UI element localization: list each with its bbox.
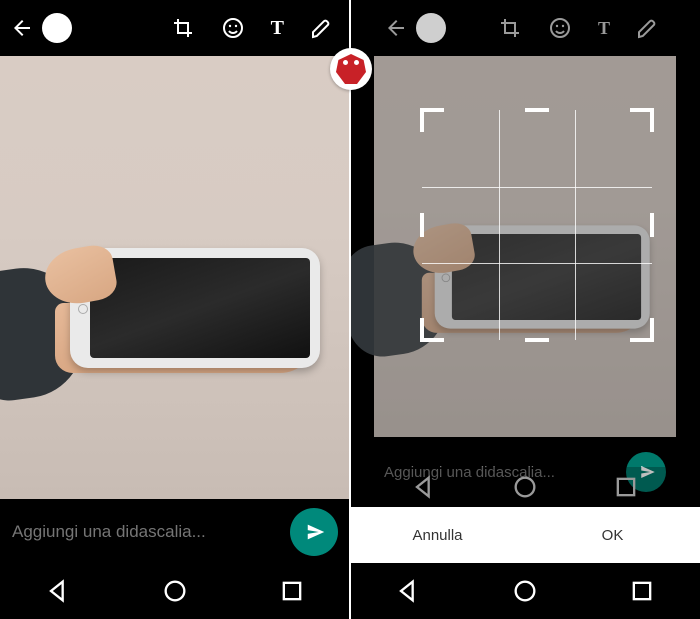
nav-home-icon xyxy=(511,473,539,501)
crop-icon xyxy=(498,16,522,40)
recipient-avatar xyxy=(416,13,446,43)
text-tool-icon[interactable]: T xyxy=(271,16,284,40)
recipient-avatar[interactable] xyxy=(42,13,72,43)
crop-cancel-button[interactable]: Annulla xyxy=(350,507,525,563)
crop-icon[interactable] xyxy=(171,16,195,40)
nav-back-icon[interactable] xyxy=(44,577,72,605)
crop-confirm-bar: Annulla OK xyxy=(350,507,700,563)
android-nav-bar xyxy=(0,563,350,619)
emoji-icon[interactable] xyxy=(221,16,245,40)
screenshot-right: T xyxy=(350,0,700,619)
photo-content xyxy=(25,208,325,408)
back-icon[interactable] xyxy=(10,16,34,40)
crop-frame[interactable] xyxy=(422,110,652,340)
nav-back-icon[interactable] xyxy=(394,577,422,605)
editor-toolbar: T xyxy=(0,0,350,56)
text-tool-icon: T xyxy=(598,16,610,40)
screenshot-left: T xyxy=(0,0,350,619)
editor-dimmed-viewport: T xyxy=(374,0,676,507)
photo-preview xyxy=(0,56,350,499)
send-button[interactable] xyxy=(290,508,338,556)
screenshot-divider xyxy=(349,0,351,619)
watermark-logo xyxy=(330,48,372,90)
crop-ok-button[interactable]: OK xyxy=(525,507,700,563)
back-icon xyxy=(384,16,408,40)
nav-home-icon[interactable] xyxy=(511,577,539,605)
android-nav-bar xyxy=(350,563,700,619)
nav-recent-icon[interactable] xyxy=(628,577,656,605)
nav-recent-icon[interactable] xyxy=(278,577,306,605)
draw-icon[interactable] xyxy=(310,16,334,40)
text-tool-label: T xyxy=(271,18,284,38)
nav-recent-icon xyxy=(612,473,640,501)
nav-home-icon[interactable] xyxy=(161,577,189,605)
draw-icon xyxy=(636,16,660,40)
caption-input[interactable] xyxy=(12,522,282,542)
caption-bar xyxy=(0,501,350,563)
nav-back-icon xyxy=(410,473,438,501)
emoji-icon xyxy=(548,16,572,40)
editor-toolbar-disabled: T xyxy=(374,0,676,56)
android-nav-preview xyxy=(374,467,676,507)
